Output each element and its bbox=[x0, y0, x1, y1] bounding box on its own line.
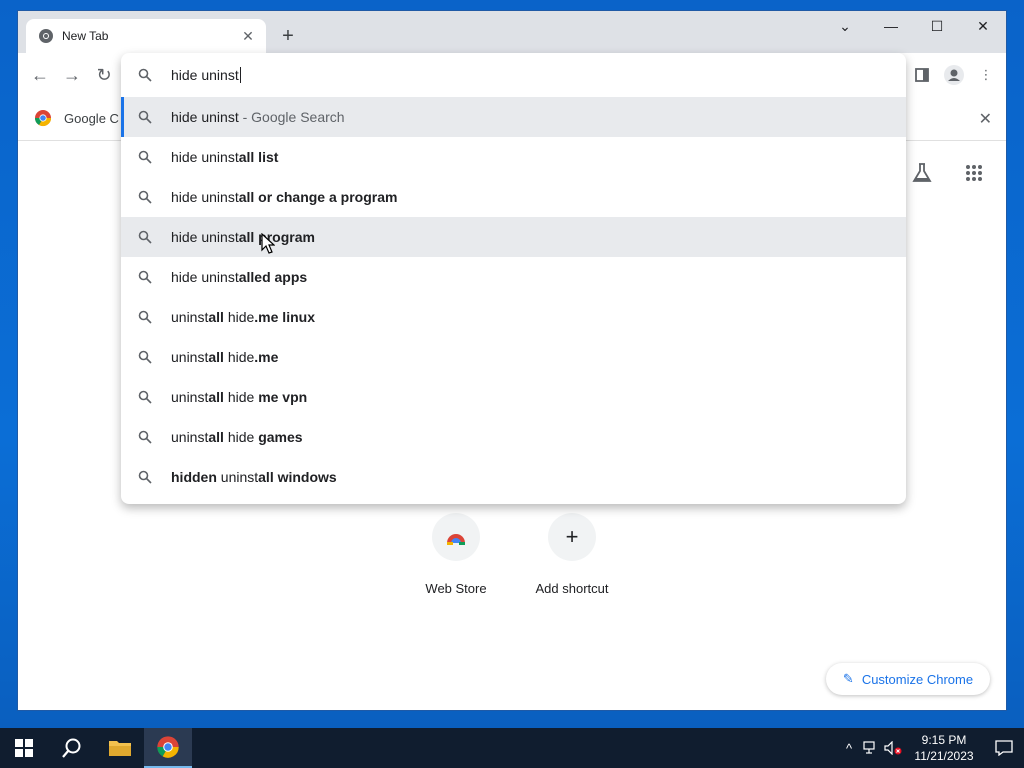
tab-close-icon[interactable]: ✕ bbox=[240, 28, 256, 44]
suggestion-item[interactable]: uninstall hide me vpn bbox=[121, 377, 906, 417]
search-icon bbox=[62, 738, 81, 758]
shortcut-web-store[interactable]: Web Store bbox=[418, 513, 494, 596]
suggestion-text: hide uninstalled apps bbox=[171, 269, 308, 285]
suggestion-text: uninstall hide me vpn bbox=[171, 389, 308, 405]
search-icon bbox=[137, 229, 153, 245]
new-tab-button[interactable]: + bbox=[276, 24, 300, 48]
customize-label: Customize Chrome bbox=[861, 671, 974, 687]
minimize-button[interactable]: — bbox=[868, 11, 914, 41]
tab-new-tab[interactable]: New Tab ✕ bbox=[26, 19, 266, 53]
bookmark-label: Google C bbox=[64, 110, 119, 126]
network-icon[interactable] bbox=[860, 728, 882, 768]
folder-icon bbox=[109, 741, 131, 756]
suggestion-item[interactable]: uninstall hide.me linux bbox=[121, 297, 906, 337]
taskbar-search-button[interactable] bbox=[48, 728, 96, 768]
web-store-icon bbox=[432, 513, 480, 561]
window-controls: ⌄ — ☐ ✕ bbox=[822, 11, 1006, 41]
suggestion-text: uninstall hide.me linux bbox=[171, 309, 315, 325]
ntp-top-icons bbox=[910, 161, 986, 185]
search-icon bbox=[137, 269, 153, 285]
chrome-color-icon bbox=[157, 736, 179, 758]
address-bar-input[interactable]: hide uninst bbox=[121, 53, 906, 97]
clock-time: 9:15 PM bbox=[921, 733, 967, 747]
mouse-pointer-icon bbox=[261, 233, 275, 254]
shortcut-label: Add shortcut bbox=[535, 581, 609, 596]
suggestion-text: uninstall hide.me bbox=[171, 349, 279, 365]
labs-flask-icon[interactable] bbox=[910, 161, 934, 185]
suggestion-item[interactable]: uninstall hide games bbox=[121, 417, 906, 457]
back-button[interactable]: ← bbox=[28, 63, 52, 87]
suggestion-text: hide uninstall program bbox=[171, 229, 315, 245]
profile-icon[interactable] bbox=[942, 63, 966, 87]
start-button[interactable] bbox=[0, 728, 48, 768]
search-icon bbox=[137, 189, 153, 205]
tab-search-icon[interactable]: ⌄ bbox=[822, 11, 868, 41]
maximize-button[interactable]: ☐ bbox=[914, 11, 960, 41]
pencil-icon: ✎ bbox=[842, 671, 854, 686]
search-icon bbox=[137, 309, 153, 325]
search-icon bbox=[137, 429, 153, 445]
suggestion-item[interactable]: hide uninstall list bbox=[121, 137, 906, 177]
chrome-color-icon bbox=[34, 110, 52, 127]
windows-logo-icon bbox=[15, 739, 33, 757]
forward-button[interactable]: → bbox=[60, 63, 84, 87]
volume-muted-icon[interactable] bbox=[882, 728, 904, 768]
system-tray: ^ 9:15 PM 11/21/2023 bbox=[838, 728, 1024, 768]
plus-icon: + bbox=[548, 513, 596, 561]
tab-title: New Tab bbox=[62, 29, 109, 43]
chevron-up-icon[interactable]: ^ bbox=[838, 728, 860, 768]
suggestion-item[interactable]: hide uninstalled apps bbox=[121, 257, 906, 297]
suggestion-text: hide uninstall or change a program bbox=[171, 189, 398, 205]
suggestion-text: hidden uninstall windows bbox=[171, 469, 337, 485]
suggestion-item[interactable]: hide uninstall or change a program bbox=[121, 177, 906, 217]
suggestion-item[interactable]: hide uninstall program bbox=[121, 217, 906, 257]
close-window-button[interactable]: ✕ bbox=[960, 11, 1006, 41]
suggestion-item[interactable]: uninstall hide.me bbox=[121, 337, 906, 377]
notification-icon bbox=[995, 740, 1013, 756]
suggestion-item[interactable]: hidden uninstall windows bbox=[121, 457, 906, 497]
notification-center-button[interactable] bbox=[984, 728, 1024, 768]
reload-button[interactable]: ↻ bbox=[92, 63, 116, 87]
search-icon bbox=[137, 67, 153, 83]
suggestion-item[interactable]: hide uninst - Google Search bbox=[121, 97, 906, 137]
customize-chrome-button[interactable]: ✎ Customize Chrome bbox=[826, 663, 990, 695]
taskbar: ^ 9:15 PM 11/21/2023 bbox=[0, 728, 1024, 768]
side-panel-icon[interactable] bbox=[910, 63, 934, 87]
file-explorer-button[interactable] bbox=[96, 728, 144, 768]
search-icon bbox=[137, 149, 153, 165]
ntp-shortcuts: Web Store + Add shortcut bbox=[418, 513, 610, 596]
address-bar-text: hide uninst bbox=[171, 67, 239, 83]
suggestion-text: uninstall hide games bbox=[171, 429, 303, 445]
search-icon bbox=[137, 349, 153, 365]
browser-window: New Tab ✕ + ⌄ — ☐ ✕ ← → ↻ ⋮ Google C ✕ W… bbox=[17, 10, 1007, 711]
search-icon bbox=[137, 469, 153, 485]
clock[interactable]: 9:15 PM 11/21/2023 bbox=[904, 732, 984, 764]
suggestion-text: hide uninst - Google Search bbox=[171, 109, 345, 125]
text-caret bbox=[239, 67, 241, 83]
chrome-icon bbox=[39, 29, 53, 43]
search-icon bbox=[137, 389, 153, 405]
chrome-taskbar-button[interactable] bbox=[144, 728, 192, 768]
toolbar-actions: ⋮ bbox=[910, 63, 998, 87]
close-icon[interactable]: ✕ bbox=[979, 109, 992, 129]
clock-date: 11/21/2023 bbox=[914, 749, 974, 763]
search-icon bbox=[137, 109, 153, 125]
apps-grid-icon[interactable] bbox=[962, 161, 986, 185]
tab-strip: New Tab ✕ + ⌄ — ☐ ✕ bbox=[18, 11, 1006, 53]
menu-icon[interactable]: ⋮ bbox=[974, 63, 998, 87]
omnibox-dropdown: hide uninst hide uninst - Google Search … bbox=[121, 53, 906, 504]
bookmark-google[interactable]: Google C bbox=[34, 109, 119, 127]
shortcut-label: Web Store bbox=[425, 581, 487, 596]
suggestion-text: hide uninstall list bbox=[171, 149, 279, 165]
shortcut-add[interactable]: + Add shortcut bbox=[534, 513, 610, 596]
